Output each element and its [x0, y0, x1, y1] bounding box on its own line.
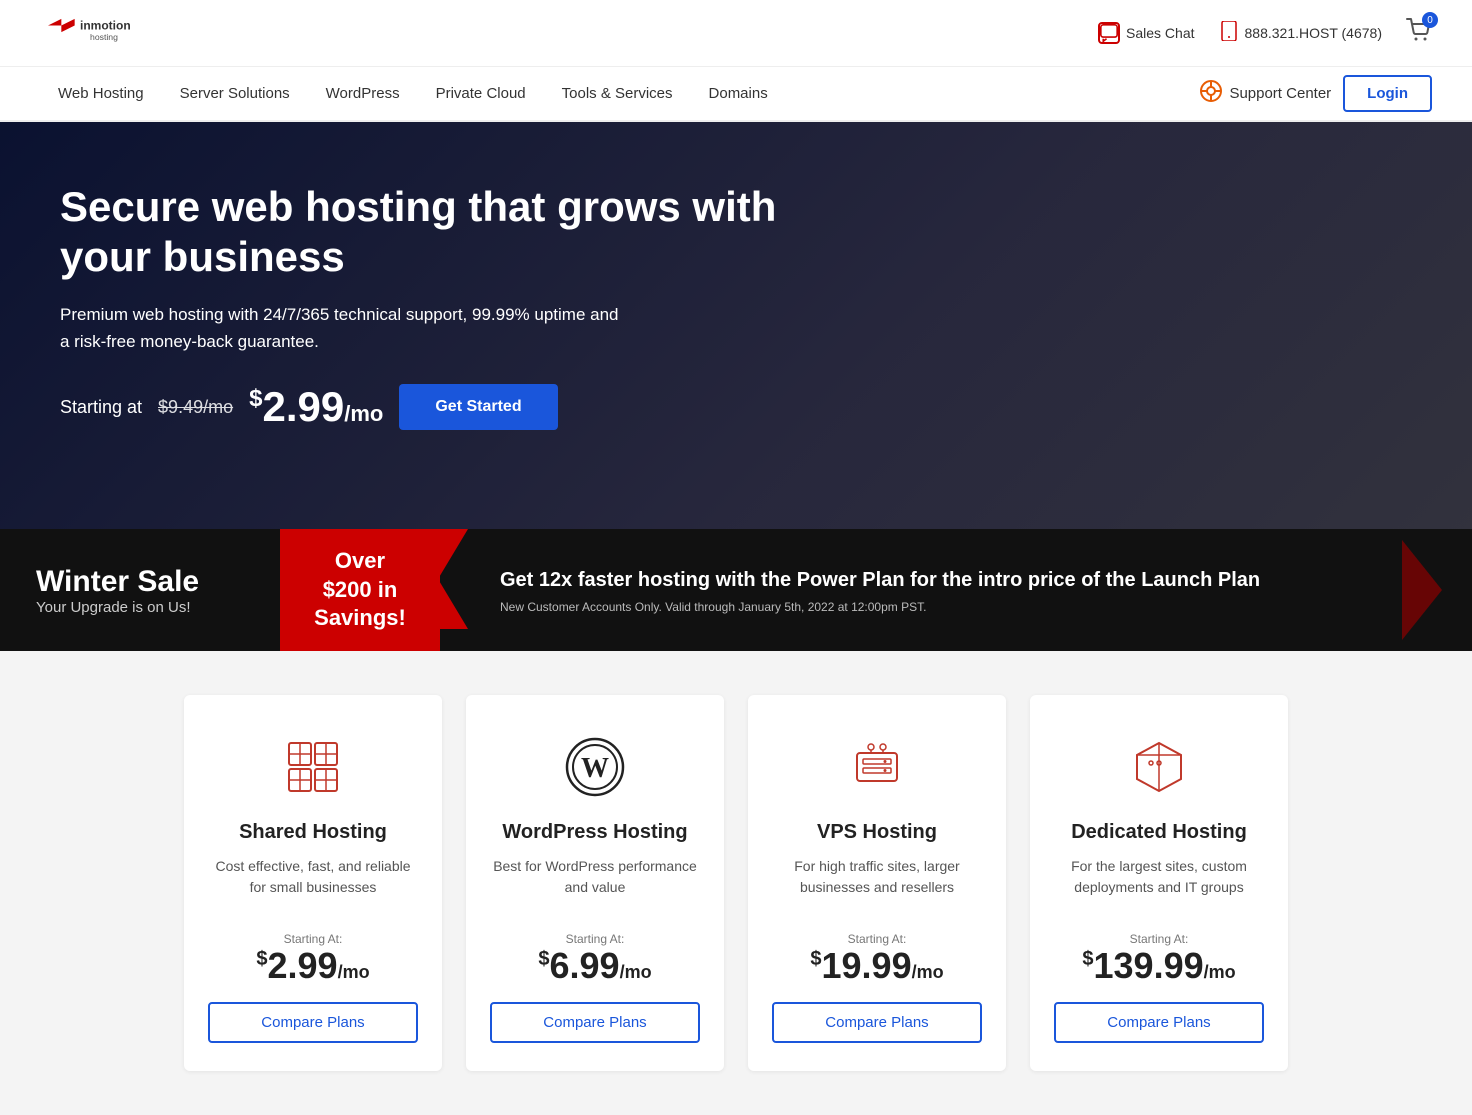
- vps-price-dollar: $: [810, 948, 821, 970]
- shared-price: $2.99/mo: [256, 948, 369, 984]
- hero-headline: Secure web hosting that grows with your …: [60, 182, 780, 283]
- nav-items: Web Hosting Server Solutions WordPress P…: [40, 67, 1199, 120]
- hero-subheadline: Premium web hosting with 24/7/365 techni…: [60, 301, 620, 355]
- vps-price-unit: /mo: [912, 962, 944, 982]
- wordpress-price-unit: /mo: [620, 962, 652, 982]
- svg-text:hosting: hosting: [90, 32, 118, 42]
- svg-text:inmotion: inmotion: [80, 19, 131, 33]
- hero-price-amount: 2.99: [262, 383, 344, 430]
- chat-icon: [1098, 22, 1120, 44]
- dedicated-hosting-title: Dedicated Hosting: [1071, 821, 1247, 844]
- vps-starting-at: Starting At:: [848, 932, 907, 946]
- hero-price-area: Starting at $9.49/mo $2.99/mo Get Starte…: [60, 383, 780, 431]
- nav-domains[interactable]: Domains: [691, 67, 786, 120]
- wordpress-compare-button[interactable]: Compare Plans: [490, 1002, 700, 1043]
- vps-compare-button[interactable]: Compare Plans: [772, 1002, 982, 1043]
- vps-price-amount: 19.99: [822, 945, 912, 986]
- hero-price-dollar: $: [249, 385, 262, 412]
- phone-area: 888.321.HOST (4678): [1219, 21, 1383, 46]
- winter-sale-promo-title: Get 12x faster hosting with the Power Pl…: [500, 566, 1342, 594]
- winter-sale-left: Winter Sale Your Upgrade is on Us!: [0, 541, 280, 640]
- winter-sale-badge-line3: Savings!: [308, 604, 412, 633]
- wordpress-price: $6.99/mo: [538, 948, 651, 984]
- winter-sale-badge-line1: Over: [308, 547, 412, 576]
- shared-price-unit: /mo: [338, 962, 370, 982]
- nav-right: Support Center Login: [1199, 75, 1432, 112]
- vps-hosting-title: VPS Hosting: [817, 821, 937, 844]
- wordpress-hosting-icon: W: [559, 731, 631, 803]
- phone-number: 888.321.HOST (4678): [1245, 25, 1383, 41]
- dedicated-hosting-desc: For the largest sites, custom deployment…: [1054, 856, 1264, 908]
- dedicated-price-unit: /mo: [1204, 962, 1236, 982]
- hosting-cards-section: Shared Hosting Cost effective, fast, and…: [0, 651, 1472, 1115]
- support-center-label: Support Center: [1229, 85, 1331, 102]
- vps-hosting-icon: [841, 731, 913, 803]
- winter-sale-badge-line2: $200 in: [308, 576, 412, 605]
- dedicated-hosting-card: Dedicated Hosting For the largest sites,…: [1030, 695, 1288, 1071]
- hero-content: Secure web hosting that grows with your …: [60, 182, 780, 431]
- vps-hosting-desc: For high traffic sites, larger businesse…: [772, 856, 982, 908]
- support-center-link[interactable]: Support Center: [1199, 79, 1331, 109]
- logo-area: inmotion hosting: [40, 8, 160, 58]
- hero-starting-at: Starting at: [60, 397, 142, 418]
- nav-tools-services[interactable]: Tools & Services: [544, 67, 691, 120]
- hero-section: Secure web hosting that grows with your …: [0, 122, 1472, 529]
- nav-web-hosting[interactable]: Web Hosting: [40, 67, 162, 120]
- wordpress-price-dollar: $: [538, 948, 549, 970]
- cart-area[interactable]: 0: [1406, 18, 1432, 48]
- shared-price-amount: 2.99: [268, 945, 338, 986]
- hero-new-price: $2.99/mo: [249, 383, 383, 431]
- shared-compare-button[interactable]: Compare Plans: [208, 1002, 418, 1043]
- vps-hosting-card: VPS Hosting For high traffic sites, larg…: [748, 695, 1006, 1071]
- winter-sale-chevron: [1402, 540, 1462, 640]
- winter-sale-subtitle: Your Upgrade is on Us!: [36, 599, 244, 616]
- phone-icon: [1219, 21, 1239, 46]
- sales-chat-label: Sales Chat: [1126, 25, 1194, 41]
- dedicated-starting-at: Starting At:: [1130, 932, 1189, 946]
- main-nav: Web Hosting Server Solutions WordPress P…: [0, 67, 1472, 122]
- svg-text:W: W: [581, 753, 609, 784]
- shared-hosting-icon: [277, 731, 349, 803]
- wordpress-starting-at: Starting At:: [566, 932, 625, 946]
- winter-sale-banner: Winter Sale Your Upgrade is on Us! Over …: [0, 529, 1472, 651]
- wordpress-hosting-title: WordPress Hosting: [502, 821, 687, 844]
- winter-sale-title: Winter Sale: [36, 565, 244, 599]
- shared-hosting-title: Shared Hosting: [239, 821, 387, 844]
- shared-starting-at: Starting At:: [284, 932, 343, 946]
- shared-hosting-card: Shared Hosting Cost effective, fast, and…: [184, 695, 442, 1071]
- wordpress-hosting-desc: Best for WordPress performance and value: [490, 856, 700, 908]
- wordpress-price-amount: 6.99: [550, 945, 620, 986]
- cart-count: 0: [1422, 12, 1438, 28]
- nav-wordpress[interactable]: WordPress: [308, 67, 418, 120]
- shared-hosting-desc: Cost effective, fast, and reliable for s…: [208, 856, 418, 908]
- dedicated-hosting-icon: [1123, 731, 1195, 803]
- winter-sale-right: Get 12x faster hosting with the Power Pl…: [440, 546, 1402, 634]
- hero-old-price: $9.49/mo: [158, 397, 233, 418]
- get-started-button[interactable]: Get Started: [399, 384, 557, 430]
- dedicated-price: $139.99/mo: [1082, 948, 1235, 984]
- nav-server-solutions[interactable]: Server Solutions: [162, 67, 308, 120]
- wordpress-hosting-card: W WordPress Hosting Best for WordPress p…: [466, 695, 724, 1071]
- support-icon: [1199, 79, 1223, 109]
- dedicated-price-dollar: $: [1082, 948, 1093, 970]
- sales-chat-link[interactable]: Sales Chat: [1098, 22, 1194, 44]
- winter-sale-badge: Over $200 in Savings!: [280, 529, 440, 651]
- dedicated-compare-button[interactable]: Compare Plans: [1054, 1002, 1264, 1043]
- hero-price-unit: /mo: [344, 401, 383, 426]
- winter-sale-fine-print: New Customer Accounts Only. Valid throug…: [500, 600, 1342, 614]
- nav-private-cloud[interactable]: Private Cloud: [418, 67, 544, 120]
- vps-price: $19.99/mo: [810, 948, 943, 984]
- login-button[interactable]: Login: [1343, 75, 1432, 112]
- shared-price-dollar: $: [256, 948, 267, 970]
- header-top: inmotion hosting Sales Chat 888.321.HOST…: [0, 0, 1472, 67]
- inmotion-logo: inmotion hosting: [40, 8, 160, 53]
- dedicated-price-amount: 139.99: [1094, 945, 1204, 986]
